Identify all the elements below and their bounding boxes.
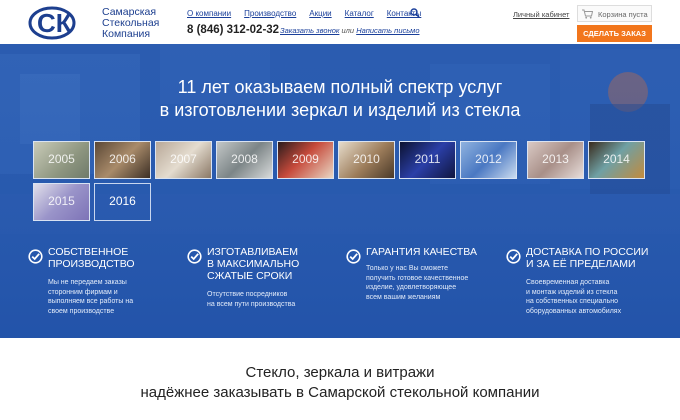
year-label: 2005 bbox=[48, 152, 75, 166]
year-2013-thumb[interactable]: 2013 bbox=[527, 141, 584, 179]
hero-title-line: в изготовлении зеркал и изделий из стекл… bbox=[159, 100, 521, 120]
nav-production[interactable]: Производство bbox=[244, 9, 296, 18]
year-2015-thumb[interactable]: 2015 bbox=[33, 183, 90, 221]
year-2012-thumb[interactable]: 2012 bbox=[460, 141, 517, 179]
cart-widget[interactable]: Корзина пуста bbox=[577, 5, 652, 22]
feature-text: Отсутствие посредников на всем пути прои… bbox=[207, 291, 296, 308]
intro-title: Стекло, зеркала и витражи надёжнее заказ… bbox=[0, 363, 680, 403]
feature-title: ИЗГОТАВЛИВАЕМ В МАКСИМАЛЬНО СЖАТЫЕ СРОКИ bbox=[207, 246, 300, 282]
place-order-button[interactable]: СДЕЛАТЬ ЗАКАЗ bbox=[577, 25, 652, 42]
hero-title: 11 лет оказываем полный спектр услуг в и… bbox=[0, 76, 680, 122]
nav-catalog[interactable]: Каталог bbox=[345, 9, 374, 18]
year-2008-thumb[interactable]: 2008 bbox=[216, 141, 273, 179]
year-gallery: 2005 2006 2007 2008 2009 2010 2011 2012 bbox=[33, 141, 653, 225]
feature-title: ГАРАНТИЯ КАЧЕСТВА bbox=[366, 246, 477, 258]
phone-number: 8 (846) 312-02-32 bbox=[187, 24, 280, 36]
year-2009-thumb[interactable]: 2009 bbox=[277, 141, 334, 179]
year-2005-thumb[interactable]: 2005 bbox=[33, 141, 90, 179]
logo-letters: СК bbox=[37, 8, 72, 38]
feature-text: Только у нас Вы сможете получить готовое… bbox=[366, 265, 469, 301]
year-label: 2014 bbox=[603, 152, 630, 166]
year-2016-thumb[interactable]: 2016 bbox=[94, 183, 151, 221]
year-label: 2015 bbox=[48, 194, 75, 208]
site-header: СК Самарская Стекольная Компания О компа… bbox=[0, 0, 680, 44]
year-label: 2010 bbox=[353, 152, 380, 166]
year-label: 2006 bbox=[109, 152, 136, 166]
check-circle-icon bbox=[28, 249, 43, 264]
feature-text: Мы не передаем заказы сторонним фирмам и… bbox=[48, 279, 134, 315]
year-2010-thumb[interactable]: 2010 bbox=[338, 141, 395, 179]
contact-links: Заказать звонок или Написать письмо bbox=[280, 26, 420, 35]
intro-section: Стекло, зеркала и витражи надёжнее заказ… bbox=[0, 338, 680, 420]
year-2006-thumb[interactable]: 2006 bbox=[94, 141, 151, 179]
year-2011-thumb[interactable]: 2011 bbox=[399, 141, 456, 179]
nav-promotions[interactable]: Акции bbox=[309, 9, 331, 18]
intro-title-line: Стекло, зеркала и витражи bbox=[245, 364, 435, 381]
year-label: 2007 bbox=[170, 152, 197, 166]
year-label: 2011 bbox=[414, 152, 441, 166]
nav-about[interactable]: О компании bbox=[187, 9, 231, 18]
logo-text: Самарская Стекольная Компания bbox=[102, 7, 159, 40]
feature-title: ДОСТАВКА ПО РОССИИ И ЗА ЕЁ ПРЕДЕЛАМИ bbox=[526, 246, 649, 270]
check-circle-icon bbox=[506, 249, 521, 264]
company-logo[interactable]: СК Самарская Стекольная Компания bbox=[28, 6, 198, 40]
or-text: или bbox=[341, 26, 355, 35]
feature-title: СОБСТВЕННОЕ ПРОИЗВОДСТВО bbox=[48, 246, 135, 270]
year-label: 2009 bbox=[292, 152, 319, 166]
main-nav: О компании Производство Акции Каталог Контак… bbox=[187, 9, 434, 18]
search-icon[interactable] bbox=[410, 8, 420, 18]
year-2007-thumb[interactable]: 2007 bbox=[155, 141, 212, 179]
personal-cabinet-link[interactable]: Личный кабинет bbox=[513, 10, 569, 19]
hero-section: 11 лет оказываем полный спектр услуг в и… bbox=[0, 44, 680, 338]
year-label: 2016 bbox=[109, 194, 136, 208]
callback-link[interactable]: Заказать звонок bbox=[280, 26, 339, 35]
features-row: СОБСТВЕННОЕ ПРОИЗВОДСТВО Мы не передаем … bbox=[0, 246, 680, 336]
cart-icon bbox=[582, 9, 593, 19]
logo-mark-icon: СК bbox=[28, 6, 76, 40]
cart-status: Корзина пуста bbox=[598, 10, 648, 19]
write-letter-link[interactable]: Написать письмо bbox=[356, 26, 419, 35]
year-label: 2008 bbox=[231, 152, 258, 166]
check-circle-icon bbox=[187, 249, 202, 264]
year-label: 2013 bbox=[542, 152, 569, 166]
year-2014-thumb[interactable]: 2014 bbox=[588, 141, 645, 179]
year-label: 2012 bbox=[475, 152, 502, 166]
feature-text: Своевременная доставка и монтаж изделий … bbox=[526, 279, 622, 315]
intro-title-line: надёжнее заказывать в Самарской стекольн… bbox=[140, 384, 540, 401]
check-circle-icon bbox=[346, 249, 361, 264]
logo-line: Компания bbox=[102, 28, 151, 40]
hero-title-line: 11 лет оказываем полный спектр услуг bbox=[177, 77, 503, 97]
